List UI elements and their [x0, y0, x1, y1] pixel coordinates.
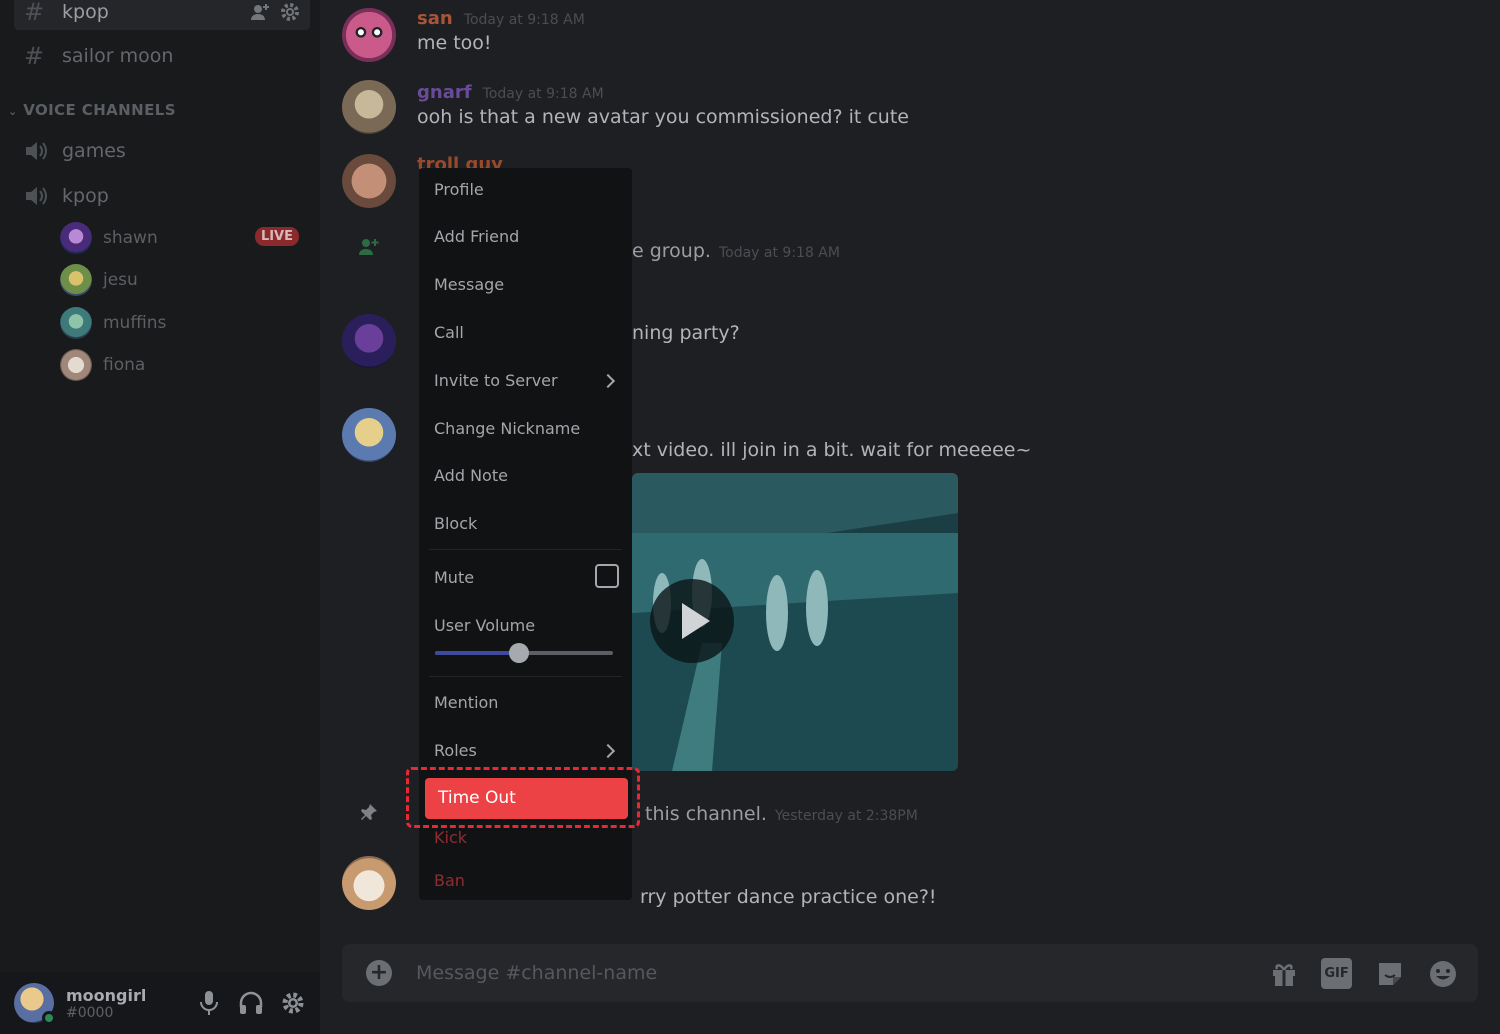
- system-text: this channel.: [645, 803, 767, 825]
- settings-icon[interactable]: [280, 990, 306, 1016]
- video-embed[interactable]: [632, 473, 958, 771]
- menu-item-add-friend[interactable]: Add Friend: [434, 227, 519, 246]
- system-text: e group.: [632, 240, 711, 262]
- menu-item-mention[interactable]: Mention: [434, 693, 498, 712]
- message-author[interactable]: san: [417, 8, 453, 29]
- voice-user-muffins[interactable]: muffins: [60, 305, 310, 341]
- hash-icon: #: [24, 42, 45, 70]
- headphones-icon[interactable]: [238, 990, 264, 1016]
- chevron-right-icon: [600, 743, 616, 759]
- gif-label: GIF: [1321, 958, 1352, 989]
- avatar: [60, 349, 92, 381]
- message-timestamp: Yesterday at 2:38PM: [774, 808, 918, 824]
- voice-user-name: jesu: [103, 270, 138, 290]
- channel-item-sailor-moon[interactable]: # sailor moon: [14, 38, 310, 74]
- channel-item-kpop[interactable]: # kpop: [14, 0, 310, 30]
- user-avatar[interactable]: [14, 983, 56, 1025]
- avatar[interactable]: [342, 314, 396, 368]
- message-timestamp: Today at 9:18 AM: [718, 245, 840, 261]
- voice-user-jesu[interactable]: jesu: [60, 262, 310, 298]
- message-text-party: ning party?: [632, 322, 740, 344]
- user-volume-slider[interactable]: [435, 643, 613, 663]
- voice-user-name: fiona: [103, 355, 146, 375]
- menu-item-message[interactable]: Message: [434, 275, 504, 294]
- channel-name: games: [62, 140, 126, 162]
- menu-item-time-out[interactable]: Time Out: [425, 778, 628, 819]
- avatar[interactable]: [342, 856, 396, 910]
- message-text-last: rry potter dance practice one?!: [640, 886, 937, 908]
- timeout-highlight-outline: Time Out: [406, 767, 640, 828]
- menu-item-invite-to-server[interactable]: Invite to Server: [434, 371, 617, 390]
- voice-user-name: muffins: [103, 313, 167, 333]
- online-status-dot: [42, 1011, 56, 1025]
- username: moongirl: [66, 985, 147, 1005]
- message-text: me too!: [417, 32, 492, 54]
- menu-item-ban[interactable]: Ban: [434, 871, 465, 890]
- menu-divider: [429, 676, 622, 677]
- live-badge: LIVE: [254, 227, 299, 246]
- channel-name: kpop: [62, 1, 109, 23]
- member-join-icon: [358, 238, 380, 260]
- add-attachment-icon[interactable]: +: [366, 960, 392, 986]
- menu-item-block[interactable]: Block: [434, 514, 477, 533]
- message-text: ooh is that a new avatar you commissione…: [417, 106, 909, 128]
- gift-icon[interactable]: [1268, 958, 1299, 989]
- menu-item-add-note[interactable]: Add Note: [434, 466, 508, 485]
- menu-item-change-nickname[interactable]: Change Nickname: [434, 419, 580, 438]
- system-message-join: e group. Today at 9:18 AM: [632, 240, 840, 262]
- pin-icon: [360, 803, 378, 825]
- mute-checkbox[interactable]: [595, 564, 619, 588]
- voice-user-fiona[interactable]: fiona: [60, 347, 310, 383]
- menu-item-label: Roles: [434, 741, 477, 760]
- channel-name: kpop: [62, 185, 109, 207]
- menu-item-roles[interactable]: Roles: [434, 741, 617, 760]
- gif-icon[interactable]: GIF: [1321, 958, 1352, 989]
- menu-item-mute[interactable]: Mute: [434, 564, 619, 588]
- system-message-pinned: this channel. Yesterday at 2:38PM: [645, 803, 918, 825]
- message-input[interactable]: [416, 957, 1196, 989]
- menu-item-label: Mute: [434, 568, 475, 587]
- menu-item-kick[interactable]: Kick: [434, 828, 467, 847]
- message-text-video: xt video. ill join in a bit. wait for me…: [632, 439, 1032, 461]
- sticker-icon[interactable]: [1374, 958, 1405, 989]
- emoji-icon[interactable]: [1427, 958, 1458, 989]
- voice-channels-header[interactable]: ⌄ VOICE CHANNELS: [8, 101, 176, 119]
- message-composer: + GIF: [342, 944, 1478, 1002]
- avatar[interactable]: [342, 408, 396, 462]
- menu-item-call[interactable]: Call: [434, 323, 464, 342]
- channel-settings-icon[interactable]: [280, 2, 300, 22]
- user-panel: moongirl #0000: [0, 972, 320, 1034]
- voice-channel-kpop[interactable]: kpop: [14, 178, 310, 214]
- chevron-down-icon: ⌄: [8, 105, 18, 118]
- avatar: [60, 307, 92, 339]
- message-timestamp: Today at 9:18 AM: [463, 12, 585, 28]
- avatar[interactable]: [342, 80, 396, 134]
- menu-item-label: Invite to Server: [434, 371, 558, 390]
- voice-user-name: shawn: [103, 228, 158, 248]
- menu-divider: [429, 549, 622, 550]
- user-volume-label: User Volume: [434, 616, 536, 635]
- channel-name: sailor moon: [62, 45, 174, 67]
- avatar[interactable]: [342, 154, 396, 208]
- speaker-icon: [24, 185, 50, 207]
- hash-icon: #: [24, 0, 45, 26]
- chevron-right-icon: [600, 373, 616, 389]
- channel-sidebar: # kpop # sailor moon ⌄ VOICE CHANNELS ga…: [0, 0, 320, 1034]
- speaker-icon: [24, 140, 50, 162]
- avatar: [60, 222, 92, 254]
- message-author[interactable]: gnarf: [417, 82, 472, 103]
- avatar: [60, 264, 92, 296]
- voice-user-shawn[interactable]: shawn LIVE: [60, 220, 310, 256]
- message-timestamp: Today at 9:18 AM: [482, 86, 604, 102]
- invite-member-icon[interactable]: [250, 2, 270, 22]
- voice-channel-games[interactable]: games: [14, 133, 310, 169]
- volume-slider-handle[interactable]: [508, 643, 529, 663]
- volume-slider-fill: [435, 651, 519, 655]
- user-tag: #0000: [66, 1004, 114, 1021]
- menu-item-profile[interactable]: Profile: [434, 180, 484, 199]
- section-label: VOICE CHANNELS: [23, 101, 176, 119]
- microphone-icon[interactable]: [196, 990, 222, 1016]
- avatar[interactable]: [342, 8, 396, 62]
